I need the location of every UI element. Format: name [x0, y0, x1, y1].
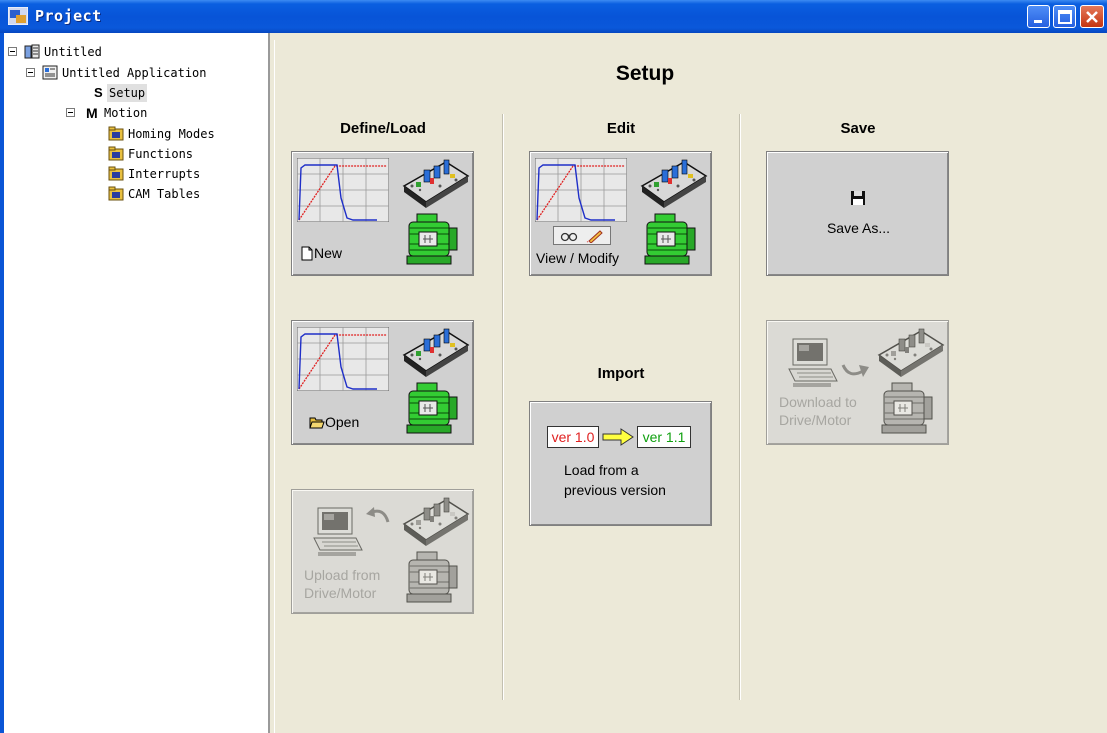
view-modify-label: View / Modify — [536, 250, 619, 266]
motor-icon — [405, 550, 461, 606]
import-label-line1: Load from a — [564, 462, 639, 478]
motor-icon — [880, 381, 936, 437]
save-as-label: Save As... — [826, 220, 891, 236]
motor-icon — [643, 212, 699, 268]
tree-label-motion: Motion — [104, 106, 148, 120]
save-as-button[interactable]: Save As... — [766, 151, 949, 276]
drive-icon — [400, 494, 470, 546]
interrupts-folder-icon — [108, 166, 124, 181]
download-label-line1: Download to — [779, 394, 857, 410]
download-to-drive-button[interactable]: Download to Drive/Motor — [766, 320, 949, 445]
define-load-heading: Define/Load — [340, 120, 426, 137]
motor-icon — [405, 212, 461, 268]
drive-icon — [400, 325, 470, 377]
import-previous-version-button[interactable]: ver 1.0 ver 1.1 Load from a previous ver… — [529, 401, 712, 526]
tree-label-untitled: Untitled — [44, 45, 102, 59]
new-file-icon — [301, 246, 313, 261]
curved-arrow-icon — [366, 507, 390, 523]
upload-label-line2: Drive/Motor — [304, 585, 377, 601]
title-bar[interactable]: Project — [0, 0, 1107, 33]
motion-plot-icon — [297, 158, 389, 222]
close-button[interactable] — [1080, 5, 1104, 28]
collapse-toggle-icon[interactable] — [8, 47, 17, 56]
tree-label-application: Untitled Application — [62, 66, 207, 80]
tree-label-functions: Functions — [128, 147, 194, 161]
drive-icon — [638, 156, 708, 208]
tree-label-cam-tables: CAM Tables — [128, 187, 201, 201]
upload-label-line1: Upload from — [304, 567, 381, 583]
floppy-disk-icon — [851, 191, 865, 205]
divider — [502, 114, 504, 700]
drive-icon — [875, 325, 945, 377]
old-version-badge: ver 1.0 — [547, 426, 599, 448]
functions-folder-icon — [108, 146, 124, 161]
motion-m-icon: M — [86, 105, 98, 121]
new-setup-button[interactable]: New — [291, 151, 474, 276]
maximize-icon — [1058, 10, 1072, 24]
tree-label-homing-modes: Homing Modes — [128, 127, 215, 141]
new-version-badge: ver 1.1 — [637, 426, 691, 448]
project-tree[interactable]: Untitled Untitled Application S Setup M … — [0, 33, 270, 733]
project-app-icon — [8, 7, 28, 25]
motion-plot-icon — [297, 327, 389, 391]
minimize-button[interactable] — [1027, 5, 1050, 28]
setup-panel: Setup Define/Load Edit Save Import New O… — [274, 40, 1107, 733]
maximize-button[interactable] — [1053, 5, 1076, 28]
motion-plot-icon — [535, 158, 627, 222]
project-icon — [24, 44, 40, 59]
view-edit-tools — [553, 226, 611, 245]
view-modify-button[interactable]: View / Modify — [529, 151, 712, 276]
minimize-icon — [1034, 20, 1042, 23]
page-title: Setup — [615, 62, 675, 85]
download-label-line2: Drive/Motor — [779, 412, 852, 428]
homing-folder-icon — [108, 126, 124, 141]
computer-icon — [312, 506, 366, 560]
new-label: New — [314, 245, 343, 261]
save-heading: Save — [840, 120, 876, 137]
collapse-toggle-icon[interactable] — [26, 68, 35, 77]
drive-icon — [400, 156, 470, 208]
tree-label-setup: Setup — [107, 84, 148, 102]
open-folder-icon — [309, 417, 325, 429]
close-icon — [1086, 11, 1098, 23]
cam-tables-folder-icon — [108, 186, 124, 201]
setup-s-icon: S — [94, 85, 103, 100]
collapse-toggle-icon[interactable] — [66, 108, 75, 117]
glasses-icon — [560, 232, 578, 242]
right-arrow-icon — [602, 428, 634, 446]
application-icon — [42, 65, 58, 80]
upload-from-drive-button[interactable]: Upload from Drive/Motor — [291, 489, 474, 614]
edit-heading: Edit — [606, 120, 636, 137]
pencil-icon — [586, 230, 603, 243]
tree-label-interrupts: Interrupts — [128, 167, 201, 181]
import-heading: Import — [597, 365, 645, 382]
motor-icon — [405, 381, 461, 437]
curved-arrow-icon — [841, 364, 869, 377]
open-label: Open — [325, 414, 360, 430]
computer-icon — [787, 337, 841, 391]
open-setup-button[interactable]: Open — [291, 320, 474, 445]
import-label-line2: previous version — [564, 482, 666, 498]
window-title: Project — [35, 7, 102, 25]
divider — [739, 114, 741, 700]
